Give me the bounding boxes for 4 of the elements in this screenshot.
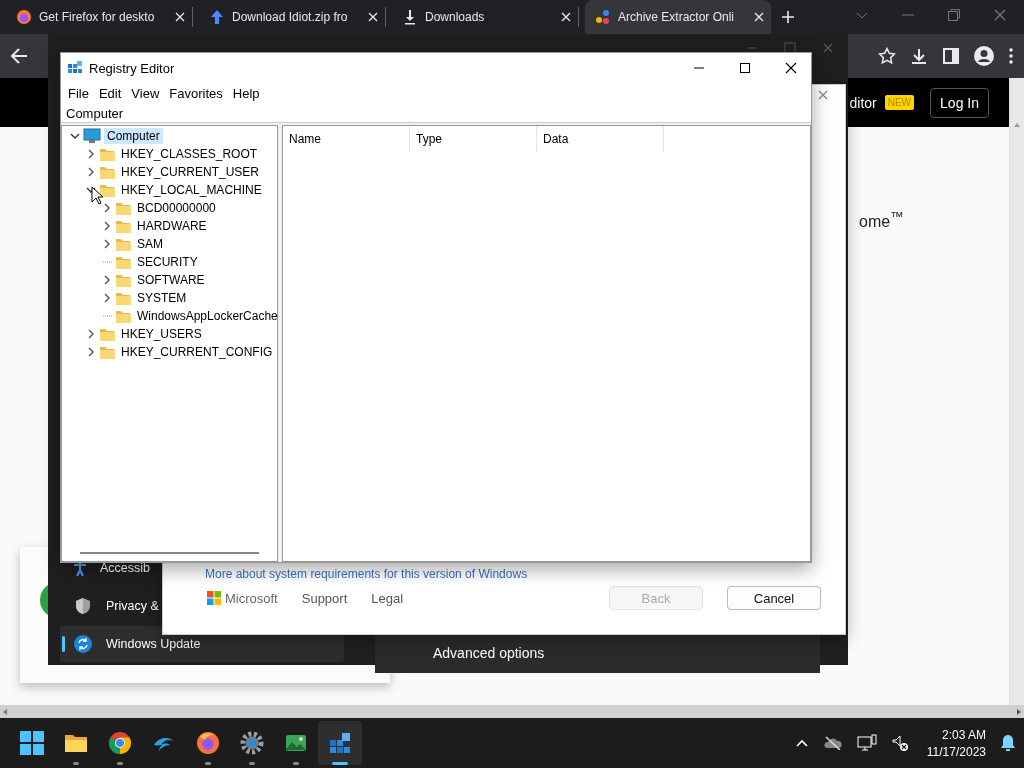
brand-name: Microsoft <box>225 590 278 606</box>
heading-text: ome$^{™}$ <box>859 209 904 232</box>
window-title: Registry Editor <box>89 60 175 76</box>
new-badge: NEW <box>884 95 915 110</box>
